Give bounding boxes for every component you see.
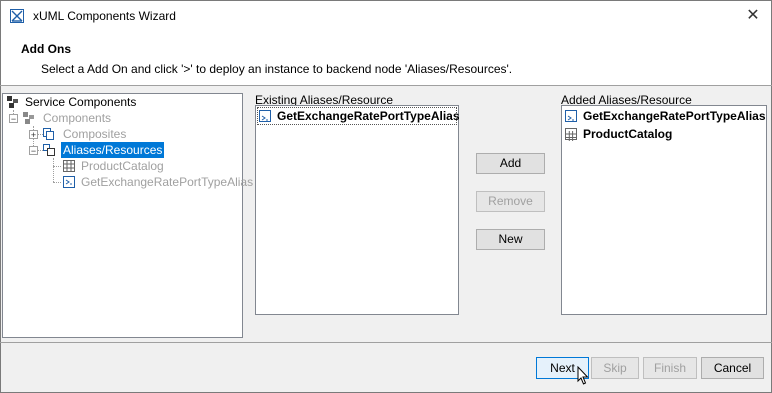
tree-item-composites[interactable]: Composites [61,126,128,142]
tree-item-product-catalog[interactable]: ProductCatalog [79,158,166,174]
page-description: Select a Add On and click '>' to deploy … [41,62,513,76]
close-icon[interactable]: ✕ [743,6,763,26]
finish-button[interactable]: Finish [643,357,697,379]
alias-icon [63,176,75,188]
added-list[interactable]: GetExchangeRatePortTypeAlias ProductCata… [561,105,767,315]
component-tree[interactable]: Service Components − Components + Compos… [2,93,253,338]
page-title: Add Ons [21,42,71,56]
table-icon [63,160,75,172]
components-icon [23,112,35,124]
expand-toggle[interactable]: + [29,130,38,140]
tree-connector [53,158,54,182]
new-button[interactable]: New [476,229,545,250]
aliases-icon [43,144,55,156]
remove-button[interactable]: Remove [476,191,545,212]
tree-item-service-components[interactable]: Service Components [23,94,138,110]
existing-list[interactable]: GetExchangeRatePortTypeAlias [255,105,460,315]
composites-icon [43,128,55,140]
tree-connector [53,182,61,183]
list-item[interactable]: GetExchangeRatePortTypeAlias [565,108,766,124]
mouse-pointer-icon [577,365,589,389]
skip-button[interactable]: Skip [591,357,639,379]
tree-item-aliases-resources[interactable]: Aliases/Resources [61,142,165,158]
window-title: xUML Components Wizard [33,9,176,23]
table-icon [565,128,577,141]
service-components-icon [7,96,19,108]
alias-icon [565,110,577,122]
tree-connector [53,166,61,167]
collapse-toggle[interactable]: − [29,146,38,156]
title-bar: xUML Components Wizard ✕ [0,0,772,30]
app-icon [10,9,24,23]
tree-item-components[interactable]: Components [41,110,113,126]
focus-outline [257,107,457,125]
alias-panel: Existing Aliases/Resource GetExchangeRat… [248,93,768,341]
cancel-button[interactable]: Cancel [701,357,764,379]
tree-item-get-exchange-rate-alias[interactable]: GetExchangeRatePortTypeAlias [79,174,255,190]
add-button[interactable]: Add [476,153,545,174]
wizard-header: Add Ons Select a Add On and click '>' to… [0,30,772,85]
list-item[interactable]: ProductCatalog [565,126,765,142]
collapse-toggle[interactable]: − [9,114,18,124]
